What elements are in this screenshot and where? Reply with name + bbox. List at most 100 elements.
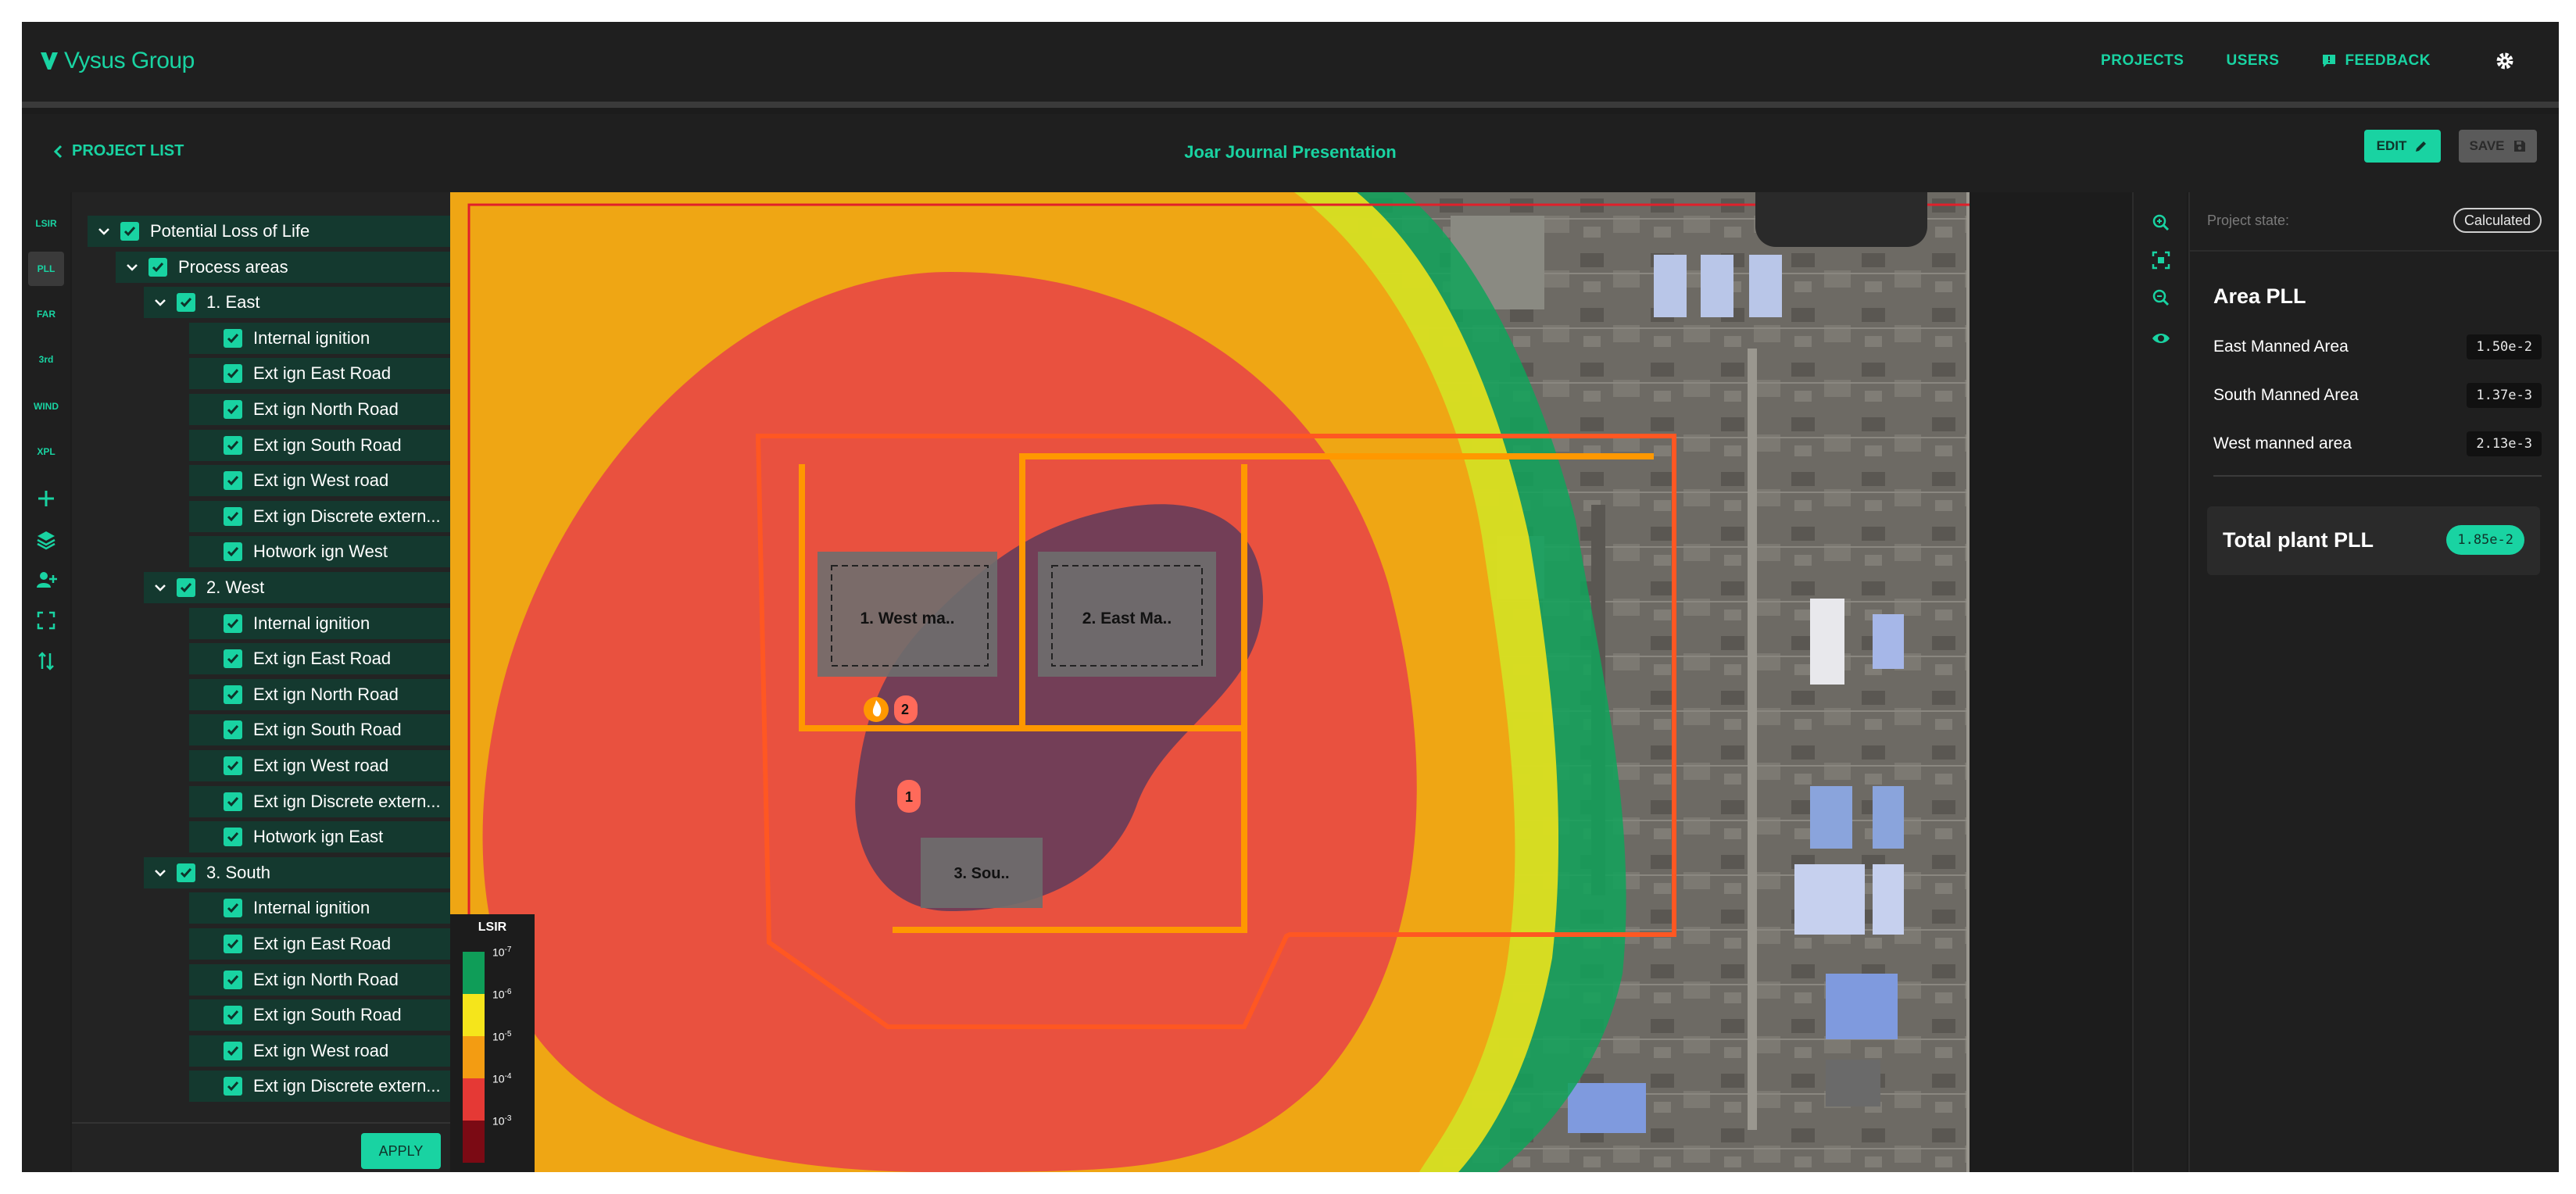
tree-item-row[interactable]: Ext ign West road — [189, 465, 460, 496]
checkbox[interactable] — [224, 935, 242, 953]
legend-label: 10-6 — [492, 988, 512, 1001]
checkbox[interactable] — [224, 436, 242, 455]
tree-item-row[interactable]: Ext ign South Road — [189, 999, 460, 1031]
tree-area-row[interactable]: 3. South — [144, 857, 460, 888]
check-icon — [227, 476, 239, 486]
checkbox[interactable] — [224, 614, 242, 633]
tree-item-row[interactable]: Ext ign West road — [189, 1035, 460, 1067]
chevron-down-icon[interactable] — [152, 294, 169, 311]
tree-item-row[interactable]: Ext ign West road — [189, 750, 460, 781]
rail-wind[interactable]: WIND — [28, 389, 64, 424]
rail-lsir[interactable]: LSIR — [28, 206, 64, 241]
checkbox[interactable] — [177, 578, 195, 597]
tree-area-row[interactable]: 2. West — [144, 572, 460, 603]
check-icon — [227, 975, 239, 985]
checkbox[interactable] — [224, 899, 242, 917]
area-row-west: West manned area 2.13e-3 — [2213, 428, 2542, 459]
sort-icon[interactable] — [28, 644, 64, 678]
tree-item-row[interactable]: Ext ign South Road — [189, 430, 460, 461]
tree-item-row[interactable]: Ext ign East Road — [189, 928, 460, 960]
check-icon — [180, 583, 192, 593]
tree-area-row[interactable]: 1. East — [144, 287, 460, 318]
project-list-link[interactable]: PROJECT LIST — [53, 142, 184, 160]
legend-swatch — [463, 1078, 485, 1121]
checkbox[interactable] — [224, 649, 242, 668]
checkbox[interactable] — [224, 828, 242, 846]
check-icon — [227, 832, 239, 842]
tree-item-row[interactable]: Internal ignition — [189, 892, 460, 924]
add-user-icon[interactable] — [28, 563, 64, 597]
total-pll-value: 1.85e-2 — [2446, 525, 2524, 555]
checkbox[interactable] — [224, 792, 242, 811]
tree-item-row[interactable]: Internal ignition — [189, 323, 460, 354]
checkbox[interactable] — [224, 720, 242, 739]
rail-xpl[interactable]: XPL — [28, 434, 64, 469]
project-state-badge: Calculated — [2453, 208, 2542, 233]
checkbox[interactable] — [224, 507, 242, 526]
legend-label: 10-7 — [492, 946, 512, 959]
chevron-down-icon[interactable] — [123, 259, 141, 276]
area-value: 1.37e-3 — [2467, 383, 2542, 408]
legend-title: LSIR — [478, 921, 507, 934]
risk-map[interactable]: 1. West ma.. 2. East Ma.. 3. Sou.. 2 1 — [450, 192, 1970, 1172]
tree-item-row[interactable]: Ext ign East Road — [189, 643, 460, 674]
rail-far[interactable]: FAR — [28, 297, 64, 331]
tree-item-row[interactable]: Ext ign North Road — [189, 679, 460, 710]
checkbox[interactable] — [120, 222, 139, 241]
legend-swatch — [463, 952, 485, 994]
rail-pll[interactable]: PLL — [28, 252, 64, 286]
checkbox[interactable] — [177, 863, 195, 882]
checkbox[interactable] — [224, 1077, 242, 1096]
tree-item-row[interactable]: Ext ign Discrete extern... — [189, 1071, 460, 1102]
checkbox[interactable] — [224, 329, 242, 348]
nav-feedback[interactable]: FEEDBACK — [2321, 52, 2431, 70]
area-name: West manned area — [2213, 434, 2352, 452]
tree-item-row[interactable]: Hotwork ign West — [189, 536, 460, 567]
expand-icon[interactable] — [28, 603, 64, 638]
apply-bar: APPLY — [72, 1122, 472, 1172]
checkbox[interactable] — [224, 364, 242, 383]
checkbox[interactable] — [224, 685, 242, 704]
nav-projects[interactable]: PROJECTS — [2101, 52, 2184, 70]
tree-root-row[interactable]: Potential Loss of Life — [88, 216, 460, 247]
save-button[interactable]: SAVE — [2459, 130, 2537, 163]
checkbox[interactable] — [224, 971, 242, 989]
checkbox[interactable] — [224, 471, 242, 490]
brand-logo[interactable]: Vysus Group — [39, 45, 195, 77]
check-icon — [227, 334, 239, 344]
tree-item-row[interactable]: Ext ign North Road — [189, 394, 460, 425]
layers-icon[interactable] — [28, 522, 64, 556]
check-icon — [227, 903, 239, 913]
checkbox[interactable] — [177, 293, 195, 312]
checkbox[interactable] — [224, 542, 242, 561]
nav-users[interactable]: USERS — [2226, 52, 2279, 70]
chevron-down-icon[interactable] — [152, 864, 169, 881]
tree-item-row[interactable]: Ext ign South Road — [189, 714, 460, 745]
check-icon — [227, 1010, 239, 1021]
checkbox[interactable] — [224, 1006, 242, 1024]
tree-group-row[interactable]: Process areas — [116, 252, 460, 283]
checkbox[interactable] — [224, 756, 242, 775]
chevron-down-icon[interactable] — [152, 579, 169, 596]
zoom-in-icon[interactable] — [2151, 213, 2171, 233]
tree-item-row[interactable]: Internal ignition — [189, 608, 460, 639]
checkbox[interactable] — [224, 1042, 242, 1060]
tree-item-row[interactable]: Ext ign Discrete extern... — [189, 501, 460, 532]
plus-icon[interactable] — [28, 481, 64, 516]
checkbox[interactable] — [148, 258, 167, 277]
checkbox[interactable] — [224, 400, 242, 419]
total-pll-label: Total plant PLL — [2223, 528, 2374, 552]
chevron-down-icon[interactable] — [95, 223, 113, 240]
tree-item-row[interactable]: Ext ign East Road — [189, 358, 460, 389]
edit-button[interactable]: EDIT — [2364, 130, 2441, 163]
source-marker-1-label: 1 — [905, 789, 913, 805]
zoom-out-icon[interactable] — [2151, 288, 2171, 308]
tree-item-row[interactable]: Hotwork ign East — [189, 821, 460, 853]
tree-item-row[interactable]: Ext ign North Road — [189, 964, 460, 996]
apply-button[interactable]: APPLY — [361, 1133, 441, 1169]
fit-screen-icon[interactable] — [2151, 250, 2171, 270]
eye-icon[interactable] — [2151, 328, 2171, 349]
rail-3rd[interactable]: 3rd — [28, 342, 64, 377]
gear-icon[interactable] — [2495, 51, 2515, 71]
tree-item-row[interactable]: Ext ign Discrete extern... — [189, 786, 460, 817]
